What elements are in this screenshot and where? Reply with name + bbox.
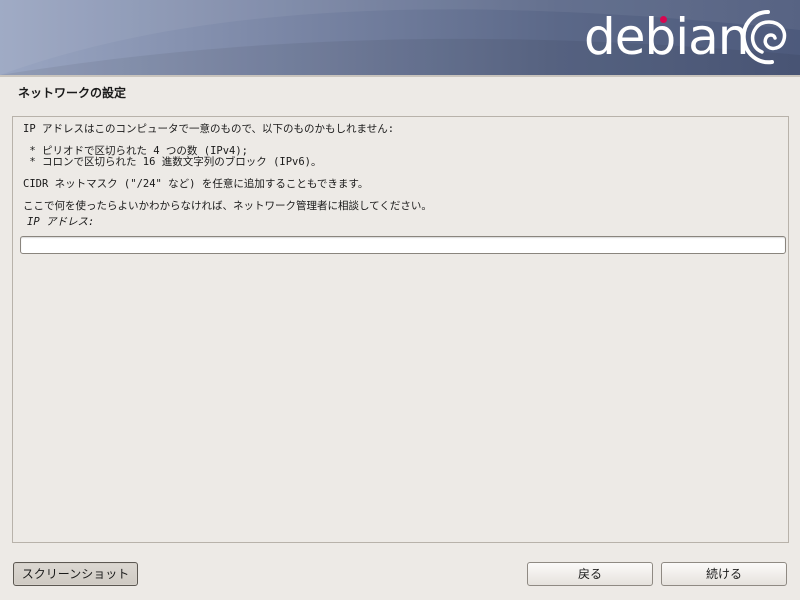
debian-logo-text: debian	[584, 8, 749, 66]
description-line-1: IP アドレスはこのコンピュータで一意のもので、以下のものかもしれません:	[23, 123, 395, 135]
ip-address-input[interactable]	[20, 236, 786, 254]
dialog-title: ネットワークの設定	[18, 86, 127, 100]
ip-address-label: IP アドレス:	[27, 216, 95, 228]
screenshot-button[interactable]: スクリーンショット	[13, 562, 138, 586]
banner-divider	[0, 75, 800, 77]
debian-logo-dot	[660, 16, 667, 23]
back-button[interactable]: 戻る	[527, 562, 653, 586]
debian-banner: debian	[0, 0, 800, 75]
content-frame: IP アドレスはこのコンピュータで一意のもので、以下のものかもしれません: * …	[12, 116, 789, 543]
description-line-help: ここで何を使ったらよいかわからなければ、ネットワーク管理者に相談してください。	[23, 200, 432, 212]
description-bullet-ipv6: * コロンで区切られた 16 進数文字列のブロック (IPv6)。	[23, 156, 322, 168]
installer-window: debian ネットワークの設定 IP アドレスはこのコンピュータで一意のもので…	[0, 0, 800, 600]
description-line-cidr: CIDR ネットマスク ("/24" など) を任意に追加することもできます。	[23, 178, 369, 190]
debian-swirl-icon	[741, 10, 787, 65]
continue-button[interactable]: 続ける	[661, 562, 787, 586]
